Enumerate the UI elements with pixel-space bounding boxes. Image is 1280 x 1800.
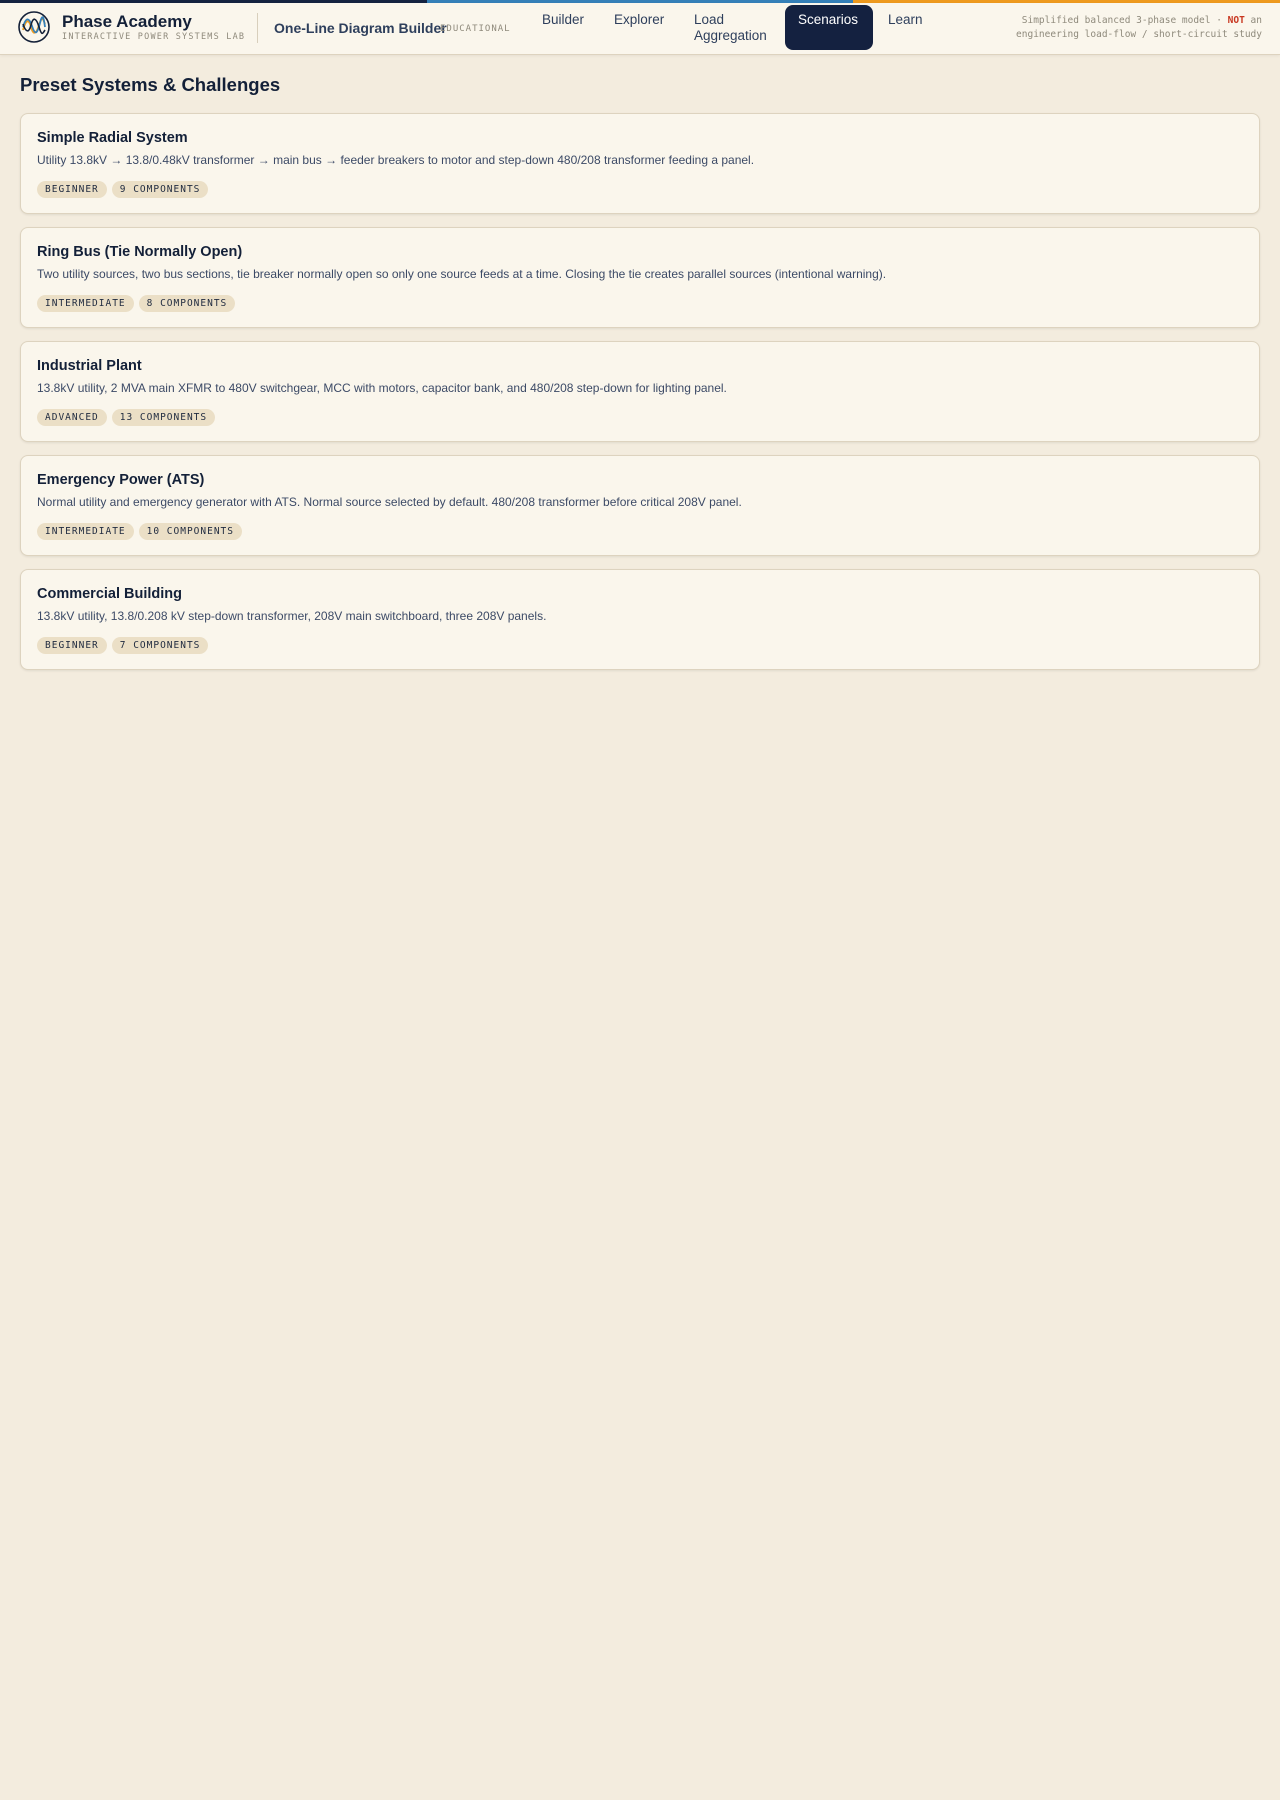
disclaimer-prefix: Simplified balanced 3-phase model ·	[1021, 15, 1228, 26]
app-tag: EDUCATIONAL	[440, 24, 511, 34]
component-count-badge: 7 COMPONENTS	[111, 637, 209, 654]
scenario-title: Ring Bus (Tie Normally Open)	[37, 244, 243, 260]
scenario-description: 13.8kV utility, 2 MVA main XFMR to 480V …	[37, 381, 727, 395]
scenario-tags: INTERMEDIATE 10 COMPONENTS	[37, 523, 242, 540]
scenario-card-ring-bus[interactable]: Ring Bus (Tie Normally Open) Two utility…	[20, 227, 1260, 328]
difficulty-badge: ADVANCED	[37, 409, 107, 426]
nav-tab-scenarios[interactable]: Scenarios	[785, 5, 873, 50]
header-divider	[257, 13, 258, 43]
scenario-card-industrial-plant[interactable]: Industrial Plant 13.8kV utility, 2 MVA m…	[20, 341, 1260, 442]
component-count-badge: 13 COMPONENTS	[111, 409, 216, 426]
difficulty-badge: INTERMEDIATE	[37, 295, 134, 312]
brand-subtitle: INTERACTIVE POWER SYSTEMS LAB	[62, 32, 246, 42]
top-header: Phase Academy INTERACTIVE POWER SYSTEMS …	[0, 3, 1280, 55]
scenario-card-simple-radial[interactable]: Simple Radial System Utility 13.8kV → 13…	[20, 113, 1260, 214]
brand-title[interactable]: Phase Academy	[62, 12, 192, 32]
scenario-tags: INTERMEDIATE 8 COMPONENTS	[37, 295, 236, 312]
scenario-description: 13.8kV utility, 13.8/0.208 kV step-down …	[37, 609, 547, 623]
scenario-title: Emergency Power (ATS)	[37, 472, 205, 488]
nav-tab-learn[interactable]: Learn	[888, 12, 923, 28]
disclaimer-line-2: engineering load-flow / short-circuit st…	[1016, 29, 1262, 40]
page-title: Preset Systems & Challenges	[20, 74, 281, 95]
model-disclaimer: Simplified balanced 3-phase model · NOT …	[1016, 14, 1262, 42]
component-count-badge: 9 COMPONENTS	[111, 181, 209, 198]
component-count-badge: 8 COMPONENTS	[138, 295, 236, 312]
scenario-title: Commercial Building	[37, 586, 183, 602]
disclaimer-emphasis: NOT	[1227, 15, 1245, 26]
scenario-title: Industrial Plant	[37, 358, 142, 374]
scenario-description: Utility 13.8kV → 13.8/0.48kV transformer…	[37, 153, 755, 167]
difficulty-badge: BEGINNER	[37, 637, 107, 654]
scenario-description: Two utility sources, two bus sections, t…	[37, 267, 887, 281]
nav-tab-explorer[interactable]: Explorer	[614, 12, 664, 28]
difficulty-badge: INTERMEDIATE	[37, 523, 134, 540]
scenario-card-commercial-building[interactable]: Commercial Building 13.8kV utility, 13.8…	[20, 569, 1260, 670]
scenario-tags: BEGINNER 9 COMPONENTS	[37, 181, 209, 198]
scenario-title: Simple Radial System	[37, 130, 188, 146]
component-count-badge: 10 COMPONENTS	[138, 523, 242, 540]
disclaimer-suffix: an	[1244, 15, 1262, 26]
scenario-description: Normal utility and emergency generator w…	[37, 495, 742, 509]
disclaimer-line-1: Simplified balanced 3-phase model · NOT …	[1016, 14, 1262, 28]
scenario-tags: ADVANCED 13 COMPONENTS	[37, 409, 216, 426]
scenario-list: Simple Radial System Utility 13.8kV → 13…	[20, 113, 1260, 683]
nav-tab-load-aggregation[interactable]: Load Aggregation	[694, 12, 784, 44]
nav-tab-builder[interactable]: Builder	[542, 12, 584, 28]
difficulty-badge: BEGINNER	[37, 181, 107, 198]
sine-wave-logo-icon[interactable]	[18, 11, 50, 43]
app-title: One-Line Diagram Builder	[274, 20, 447, 36]
scenario-tags: BEGINNER 7 COMPONENTS	[37, 637, 209, 654]
scenario-card-emergency-power[interactable]: Emergency Power (ATS) Normal utility and…	[20, 455, 1260, 556]
